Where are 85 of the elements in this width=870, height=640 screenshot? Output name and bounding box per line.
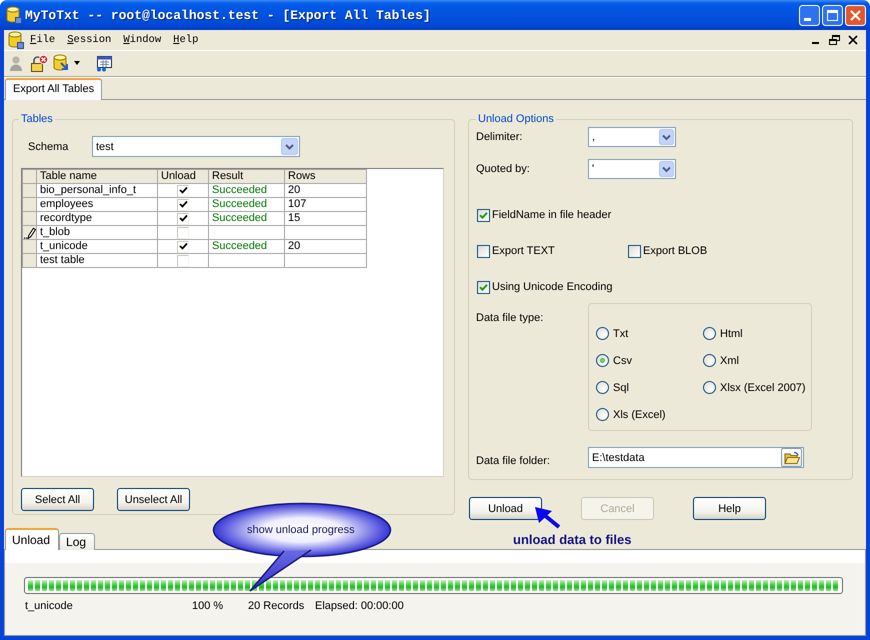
chevron-down-icon[interactable] [281, 138, 298, 155]
table-cell: recordtype [36, 212, 158, 226]
checkbox-label: Using Unicode Encoding [492, 281, 612, 293]
radio-button[interactable] [596, 381, 609, 394]
table-cell: test table [36, 254, 158, 268]
table-cell: 107 [284, 198, 366, 212]
window-title: MyToTxt -- root@localhost.test - [Export All Tables] [25, 8, 432, 22]
restore-icon[interactable] [829, 35, 840, 45]
table-cell: t_blob [36, 226, 158, 240]
table-cell: 15 [284, 212, 366, 226]
select-all-button[interactable]: Select All [21, 488, 94, 511]
field-label: Data file type: [476, 311, 544, 324]
table-cell: Succeeded [208, 240, 284, 254]
records-label: 20 Records [248, 600, 306, 612]
radio-label: Xml [720, 354, 739, 366]
checkbox[interactable] [477, 244, 490, 258]
table-cell: Succeeded [208, 212, 284, 226]
annotation-text: unload data to files [513, 532, 632, 547]
menu-item[interactable]: Session [61, 34, 118, 46]
checkbox[interactable] [477, 208, 490, 222]
checkbox-label: Export BLOB [643, 245, 708, 257]
table-cell: Succeeded [208, 184, 284, 198]
field-label: Data file folder: [476, 455, 551, 468]
folder-icon [784, 450, 800, 464]
delimiter-dropdown[interactable]: , [588, 127, 676, 147]
column-header: Rows [284, 170, 366, 184]
lock-icon[interactable] [30, 54, 48, 72]
corner-header [22, 170, 36, 184]
tab[interactable]: Unload [5, 528, 60, 550]
database-icon[interactable] [53, 54, 70, 72]
field-label: Delimiter: [476, 131, 524, 143]
field-label: Schema [28, 140, 70, 152]
arrow [534, 506, 561, 529]
database-icon [8, 31, 24, 49]
close-icon[interactable] [848, 35, 858, 45]
column-header: Table name [36, 170, 158, 184]
checkbox[interactable] [628, 244, 641, 258]
schema-dropdown[interactable]: test [92, 136, 300, 157]
unload-button[interactable]: Unload [469, 497, 542, 520]
column-header: Result [208, 170, 284, 184]
caret-down-icon[interactable] [74, 61, 80, 65]
elapsed-label: Elapsed: 00:00:00 [315, 600, 404, 612]
group-title: Unload Options [477, 113, 555, 125]
radio-button[interactable] [596, 408, 609, 421]
window-icon[interactable] [95, 54, 113, 72]
checkbox-label: Export TEXT [492, 245, 555, 257]
menu-item[interactable]: Help [167, 34, 204, 46]
tab[interactable]: Log [59, 533, 96, 550]
browse-button[interactable] [781, 448, 802, 467]
chevron-down-icon[interactable] [659, 129, 674, 145]
radio-button[interactable] [703, 327, 716, 340]
column-header: Unload [158, 170, 208, 184]
radio-label: Xlsx (Excel 2007) [720, 382, 806, 394]
radio-label: Txt [613, 328, 628, 340]
table-cell: 20 [284, 240, 366, 254]
callout-text: show unload progress [247, 524, 355, 536]
table-cell: bio_personal_info_t [36, 184, 158, 198]
field-label: Quoted by: [476, 163, 531, 175]
tab[interactable]: Export All Tables [5, 78, 102, 100]
radio-label: Html [720, 328, 743, 340]
radio-button[interactable] [596, 354, 609, 367]
percent-label: 100 % [192, 600, 224, 612]
table-cell: employees [36, 198, 158, 212]
chevron-down-icon[interactable] [659, 161, 674, 177]
checkbox-label: FieldName in file header [492, 209, 612, 221]
help-button[interactable]: Help [693, 497, 766, 520]
checkbox[interactable] [477, 280, 490, 294]
radio-button[interactable] [596, 327, 609, 340]
menu-item[interactable]: File [24, 34, 62, 46]
radio-label: Sql [613, 382, 629, 394]
table-name-label: t_unicode [25, 600, 74, 612]
unselect-all-button[interactable]: Unselect All [117, 488, 190, 511]
group-title: Tables [20, 113, 54, 125]
radio-button[interactable] [703, 381, 716, 394]
table-cell: Succeeded [208, 198, 284, 212]
menu-item[interactable]: Window [117, 34, 168, 46]
folder-field[interactable]: E:\testdata [588, 447, 804, 468]
radio-label: Xls (Excel) [613, 408, 666, 420]
radio-button[interactable] [703, 354, 716, 367]
database-icon [6, 6, 22, 24]
maximize-icon[interactable] [822, 4, 843, 26]
table-cell: 20 [284, 184, 366, 198]
quote-dropdown[interactable]: ' [588, 159, 676, 179]
table-cell: t_unicode [36, 240, 158, 254]
radio-label: Csv [613, 354, 632, 366]
